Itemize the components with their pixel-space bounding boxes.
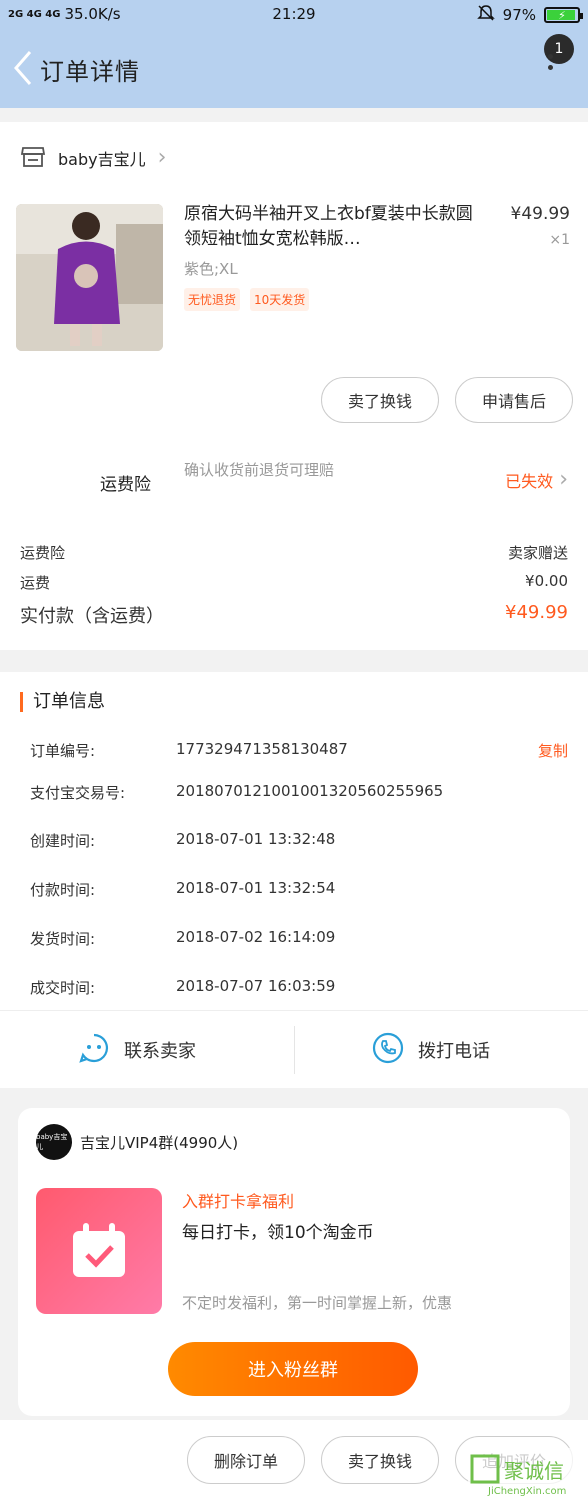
contact-seller-button[interactable]: 联系卖家 [78,1030,196,1070]
info-label: 订单编号: [30,742,96,760]
insurance-status-text: 已失效 [505,472,554,491]
total-row: 实付款（含运费） ¥49.99 [20,602,568,628]
contact-seller-label: 联系卖家 [124,1041,196,1062]
delete-order-button[interactable]: 删除订单 [187,1436,305,1484]
summary-value: 卖家赠送 [507,544,568,562]
battery-icon: ⚡ [544,7,583,23]
product-quantity: ×1 [549,232,570,248]
join-group-button[interactable]: 进入粉丝群 [168,1342,418,1396]
total-label: 实付款（含运费） [20,606,164,627]
tag-free-return: 无忧退货 [184,288,241,311]
copy-button[interactable]: 复制 [538,740,568,761]
group-avatar: baby吉宝儿 [36,1124,72,1160]
order-info-card: 订单信息 订单编号: 177329471358130487 复制 支付宝交易号:… [0,672,588,1088]
shop-row[interactable]: baby吉宝儿 › [20,144,166,172]
info-row-created: 创建时间: 2018-07-01 13:32:48 [30,830,568,851]
insurance-status[interactable]: 已失效 › [505,468,568,492]
section-title: 订单信息 [20,692,105,712]
info-value: 2018-07-02 16:14:09 [176,928,336,946]
total-value: ¥49.99 [505,602,568,623]
summary-row: 运费险 卖家赠送 [20,542,568,563]
info-value: 2018-07-01 13:32:48 [176,830,336,848]
back-arrow-icon[interactable] [10,48,36,88]
battery-percent: 97% [502,6,536,24]
info-value: 2018-07-07 16:03:59 [176,977,336,995]
more-menu-icon[interactable] [542,48,558,88]
calendar-check-icon [36,1188,162,1314]
info-row-completed: 成交时间: 2018-07-07 16:03:59 [30,977,568,998]
product-price: ¥49.99 [510,204,570,224]
info-value: 177329471358130487 [176,740,348,758]
tag-ship-days: 10天发货 [250,288,310,311]
product-sku: 紫色;XL [184,260,238,278]
svg-text:聚诚信: 聚诚信 [504,1459,564,1483]
chevron-right-icon: › [157,145,167,170]
status-bar: 2G 4G 4G 35.0K/s 21:29 97% ⚡ [0,0,588,28]
insurance-label: 运费险 [100,475,151,495]
info-row-alipay-no: 支付宝交易号: 2018070121001001320560255965 [30,782,568,803]
summary-label: 运费险 [20,544,66,562]
info-label: 发货时间: [30,930,96,948]
sell-button-bottom[interactable]: 卖了换钱 [321,1436,439,1484]
shop-icon [20,144,46,172]
group-promo-title: 入群打卡拿福利 [182,1192,295,1211]
info-label: 支付宝交易号: [30,784,126,802]
info-value: 2018070121001001320560255965 [176,782,444,800]
call-label: 拨打电话 [418,1041,490,1062]
call-button[interactable]: 拨打电话 [372,1030,490,1070]
chat-face-icon [78,1032,110,1069]
info-value: 2018-07-01 13:32:54 [176,879,336,897]
chevron-right-icon: › [559,467,568,492]
summary-value: ¥0.00 [525,572,568,590]
info-row-shipped: 发货时间: 2018-07-02 16:14:09 [30,928,568,949]
sell-button[interactable]: 卖了换钱 [321,377,439,423]
group-promo-desc: 不定时发福利，第一时间掌握上新，优惠 [182,1294,453,1312]
info-label: 创建时间: [30,832,96,850]
info-label: 成交时间: [30,979,96,997]
watermark-logo: 聚诚信 JiChengXin.com [468,1448,586,1498]
mute-bell-icon [476,4,495,26]
insurance-description: 确认收货前退货可理赔 [184,461,335,479]
phone-icon [372,1032,404,1069]
product-card: baby吉宝儿 › 原宿大码半袖开叉上衣bf夏装中长款圆领短袖t恤女宽松韩版… … [0,122,588,650]
group-name: 吉宝儿VIP4群(4990人) [80,1134,239,1152]
summary-row: 运费 ¥0.00 [20,572,568,593]
group-promo-subtitle: 每日打卡，领10个淘金币 [182,1223,374,1243]
svg-text:JiChengXin.com: JiChengXin.com [487,1486,566,1497]
after-sale-button[interactable]: 申请售后 [455,377,573,423]
info-label: 付款时间: [30,881,96,899]
fan-group-card: baby吉宝儿 吉宝儿VIP4群(4990人) 入群打卡拿福利 每日打卡，领10… [18,1108,570,1416]
info-row-order-no: 订单编号: 177329471358130487 复制 [30,740,568,761]
divider [0,1010,588,1011]
summary-label: 运费 [20,574,51,592]
product-title[interactable]: 原宿大码半袖开叉上衣bf夏装中长款圆领短袖t恤女宽松韩版… [184,202,484,252]
info-row-paid: 付款时间: 2018-07-01 13:32:54 [30,879,568,900]
product-image[interactable] [16,204,163,351]
shop-name: baby吉宝儿 [58,150,146,169]
page-title: 订单详情 [40,58,140,86]
divider [294,1026,295,1074]
nav-bar: 订单详情 1 [0,28,588,108]
bottom-action-bar: 删除订单 卖了换钱 追加评价 聚诚信 JiChengXin.com [0,1420,588,1500]
